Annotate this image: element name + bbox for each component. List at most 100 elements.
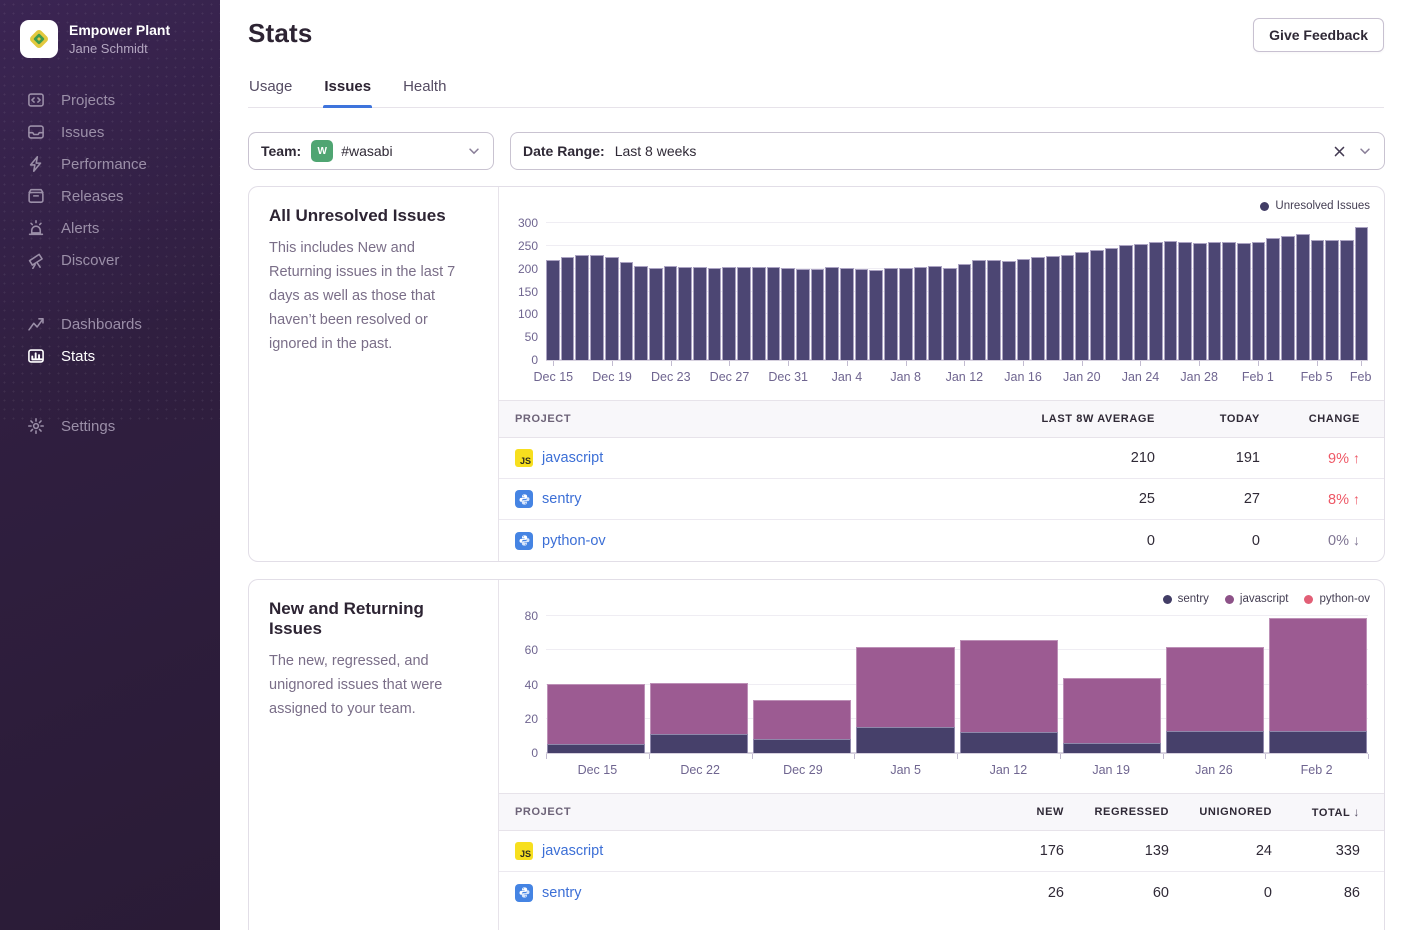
stacked-bar[interactable]	[753, 700, 851, 753]
bar[interactable]	[678, 267, 692, 360]
bar[interactable]	[1178, 242, 1192, 360]
bar[interactable]	[1090, 250, 1104, 360]
bar[interactable]	[1002, 261, 1016, 360]
bar[interactable]	[781, 268, 795, 360]
bar[interactable]	[1075, 252, 1089, 360]
date-range-filter[interactable]: Date Range: Last 8 weeks	[510, 132, 1385, 170]
bar[interactable]	[575, 255, 589, 360]
bar[interactable]	[1325, 240, 1339, 360]
x-tick	[1163, 754, 1164, 759]
bar[interactable]	[796, 269, 810, 360]
column-header-change[interactable]: CHANGE	[1260, 413, 1384, 425]
sidebar-item-releases[interactable]: Releases	[0, 180, 220, 212]
org-switcher[interactable]: Empower Plant Jane Schmidt	[0, 0, 220, 84]
bar[interactable]	[605, 257, 619, 360]
column-header-new[interactable]: NEW	[964, 806, 1064, 818]
bar[interactable]	[752, 267, 766, 360]
bar[interactable]	[664, 266, 678, 360]
bar[interactable]	[546, 260, 560, 360]
bar[interactable]	[1164, 241, 1178, 360]
bar[interactable]	[811, 269, 825, 360]
sidebar-item-dashboards[interactable]: Dashboards	[0, 308, 220, 340]
team-filter[interactable]: Team: W #wasabi	[248, 132, 494, 170]
bar[interactable]	[1281, 236, 1295, 360]
column-header-project[interactable]: PROJECT	[499, 806, 964, 818]
bar[interactable]	[1134, 244, 1148, 360]
bar[interactable]	[943, 268, 957, 360]
stacked-bar[interactable]	[856, 647, 954, 753]
bar[interactable]	[649, 268, 663, 360]
bar[interactable]	[914, 267, 928, 360]
stacked-bar[interactable]	[650, 683, 748, 753]
bar[interactable]	[1355, 227, 1369, 360]
bar[interactable]	[869, 270, 883, 360]
bar[interactable]	[708, 268, 722, 360]
bar[interactable]	[1119, 245, 1133, 360]
tab-issues[interactable]: Issues	[323, 78, 372, 107]
bar[interactable]	[884, 268, 898, 360]
bar[interactable]	[958, 264, 972, 360]
bar[interactable]	[1193, 243, 1207, 360]
bar[interactable]	[1252, 242, 1266, 360]
bar[interactable]	[855, 269, 869, 360]
bar[interactable]	[620, 262, 634, 360]
x-tick	[964, 361, 965, 366]
bar[interactable]	[1149, 242, 1163, 360]
regressed-cell: 60	[1064, 885, 1169, 901]
bar[interactable]	[972, 260, 986, 360]
project-link[interactable]: python-ov	[542, 533, 606, 549]
tab-usage[interactable]: Usage	[248, 78, 293, 107]
bar[interactable]	[1046, 256, 1060, 360]
bar[interactable]	[899, 268, 913, 360]
sidebar-item-projects[interactable]: Projects	[0, 84, 220, 116]
bar[interactable]	[1340, 240, 1354, 360]
bar[interactable]	[1017, 259, 1031, 360]
project-link[interactable]: javascript	[542, 450, 603, 466]
bar[interactable]	[767, 267, 781, 360]
bar[interactable]	[928, 266, 942, 360]
bar[interactable]	[1237, 243, 1251, 360]
bar[interactable]	[1061, 255, 1075, 360]
stacked-bar[interactable]	[547, 684, 645, 753]
change-cell: 0% ↓	[1260, 532, 1384, 549]
column-header-last-8w-average[interactable]: LAST 8W AVERAGE	[955, 413, 1155, 425]
bar[interactable]	[737, 267, 751, 360]
column-header-today[interactable]: TODAY	[1155, 413, 1260, 425]
sidebar-item-performance[interactable]: Performance	[0, 148, 220, 180]
bar[interactable]	[634, 266, 648, 360]
bar[interactable]	[825, 267, 839, 360]
sidebar-item-alerts[interactable]: Alerts	[0, 212, 220, 244]
project-link[interactable]: javascript	[542, 843, 603, 859]
stacked-bar[interactable]	[1269, 618, 1367, 753]
bar[interactable]	[1296, 234, 1310, 360]
bar[interactable]	[1208, 242, 1222, 360]
bar[interactable]	[722, 267, 736, 360]
bar[interactable]	[561, 257, 575, 360]
sidebar-item-label: Alerts	[61, 220, 99, 237]
column-header-total[interactable]: TOTAL↓	[1272, 805, 1384, 819]
give-feedback-button[interactable]: Give Feedback	[1253, 18, 1384, 52]
sidebar-item-stats[interactable]: Stats	[0, 340, 220, 372]
column-header-regressed[interactable]: REGRESSED	[1064, 806, 1169, 818]
clear-date-icon[interactable]	[1333, 145, 1346, 158]
stacked-bar[interactable]	[1166, 647, 1264, 753]
bar[interactable]	[840, 268, 854, 360]
bar[interactable]	[987, 260, 1001, 360]
bar[interactable]	[1222, 242, 1236, 360]
bar[interactable]	[693, 267, 707, 360]
stacked-bar[interactable]	[1063, 678, 1161, 753]
bar[interactable]	[590, 255, 604, 360]
project-link[interactable]: sentry	[542, 491, 582, 507]
bar[interactable]	[1031, 257, 1045, 360]
column-header-project[interactable]: PROJECT	[499, 413, 955, 425]
tab-health[interactable]: Health	[402, 78, 447, 107]
bar[interactable]	[1105, 248, 1119, 360]
column-header-unignored[interactable]: UNIGNORED	[1169, 806, 1272, 818]
stacked-bar[interactable]	[960, 640, 1058, 753]
project-link[interactable]: sentry	[542, 885, 582, 901]
sidebar-item-discover[interactable]: Discover	[0, 244, 220, 276]
bar[interactable]	[1266, 238, 1280, 360]
bar[interactable]	[1311, 240, 1325, 360]
sidebar-item-issues[interactable]: Issues	[0, 116, 220, 148]
sidebar-item-settings[interactable]: Settings	[0, 410, 220, 442]
